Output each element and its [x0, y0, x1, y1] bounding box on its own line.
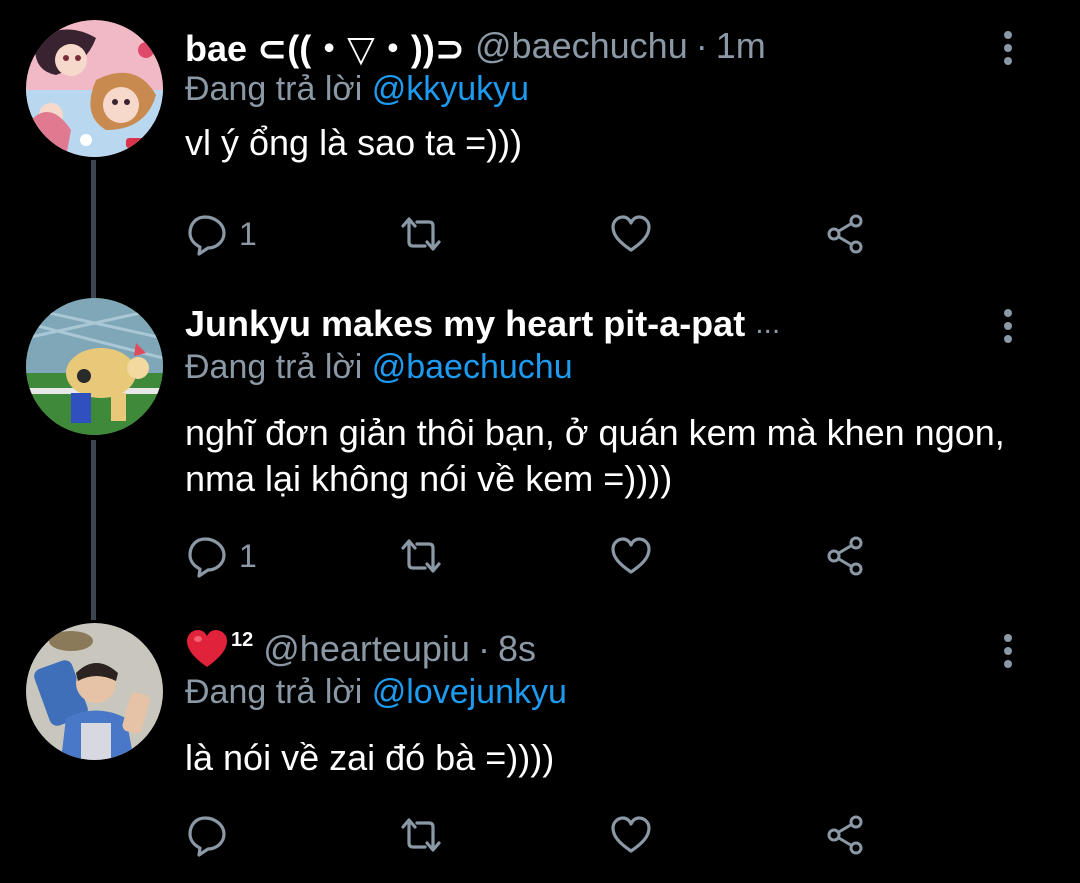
retweet-button[interactable] [397, 212, 445, 256]
separator-dot: · [695, 25, 708, 66]
like-icon [611, 215, 651, 252]
action-bar: 1 [185, 534, 885, 584]
reply-count: 1 [239, 537, 257, 574]
replying-to: Đang trả lời @kkyukyu [185, 70, 529, 109]
reply-mention[interactable]: @kkyukyu [372, 70, 529, 108]
reply-icon [188, 816, 226, 857]
reply-button[interactable] [185, 813, 229, 857]
retweet-button[interactable] [397, 534, 445, 578]
like-button[interactable] [609, 534, 653, 578]
reply-count: 1 [239, 215, 257, 252]
replying-to: Đang trả lời @lovejunkyu [185, 673, 567, 712]
display-name[interactable]: bae ⊂((・▽・))⊃ [185, 20, 465, 72]
reply-mention[interactable]: @baechuchu [372, 348, 573, 386]
avatar[interactable] [26, 20, 163, 157]
name-suffix: 12 [231, 629, 254, 651]
avatar[interactable] [26, 623, 163, 760]
tweet[interactable]: Junkyu makes my heart pit-a-pat ... Đang… [0, 298, 1080, 598]
reply-button[interactable]: 1 [185, 534, 257, 578]
more-vertical-icon[interactable] [996, 631, 1020, 671]
tweet-header: bae ⊂((・▽・))⊃ @baechuchu · 1m [185, 20, 766, 72]
separator-dot: · [477, 628, 490, 669]
red-heart-icon [185, 627, 229, 671]
tweet[interactable]: bae ⊂((・▽・))⊃ @baechuchu · 1m Đang trả l… [0, 20, 1080, 270]
cartoon-meme-avatar-icon [26, 298, 163, 435]
timestamp[interactable]: 8s [498, 628, 536, 670]
like-button[interactable] [609, 212, 653, 256]
replying-label: Đang trả lời [185, 70, 363, 108]
retweet-icon [401, 539, 441, 573]
replying-label: Đang trả lời [185, 673, 363, 711]
reply-mention[interactable]: @lovejunkyu [372, 673, 567, 711]
tweet[interactable]: 12 @hearteupiu · 8s Đang trả lời @loveju… [0, 623, 1080, 863]
retweet-icon [401, 818, 441, 852]
replying-to: Đang trả lời @baechuchu [185, 348, 573, 387]
user-handle[interactable]: @baechuchu [475, 25, 688, 67]
timestamp[interactable]: 1m [716, 25, 766, 67]
avatar[interactable] [26, 298, 163, 435]
like-icon [611, 816, 651, 853]
share-button[interactable] [823, 813, 867, 857]
reply-icon [188, 537, 226, 578]
boy-photo-avatar-icon [26, 623, 163, 760]
more-vertical-icon[interactable] [996, 306, 1020, 346]
like-button[interactable] [609, 813, 653, 857]
share-button[interactable] [823, 534, 867, 578]
action-bar: 1 [185, 212, 885, 262]
tweet-text: vl ý ổng là sao ta =))) [185, 122, 523, 163]
action-bar [185, 813, 885, 863]
share-icon [827, 536, 863, 576]
tweet-header: 12 @hearteupiu · 8s [185, 623, 536, 675]
tweet-header: Junkyu makes my heart pit-a-pat ... [185, 298, 780, 350]
display-name[interactable]: Junkyu makes my heart pit-a-pat [185, 303, 745, 345]
more-vertical-icon[interactable] [996, 28, 1020, 68]
like-icon [611, 537, 651, 574]
anime-girls-avatar-icon [26, 20, 163, 157]
replying-label: Đang trả lời [185, 348, 363, 386]
tweet-text: nghĩ đơn giản thôi bạn, ở quán kem mà kh… [185, 412, 1005, 499]
user-handle[interactable]: @hearteupiu [263, 628, 470, 670]
share-button[interactable] [823, 212, 867, 256]
reply-button[interactable]: 1 [185, 212, 257, 256]
reply-icon [188, 215, 226, 256]
share-icon [827, 815, 863, 855]
tweet-text: là nói về zai đó bà =)))) [185, 737, 555, 778]
share-icon [827, 214, 863, 254]
retweet-button[interactable] [397, 813, 445, 857]
retweet-icon [401, 217, 441, 251]
name-truncation: ... [755, 307, 781, 340]
